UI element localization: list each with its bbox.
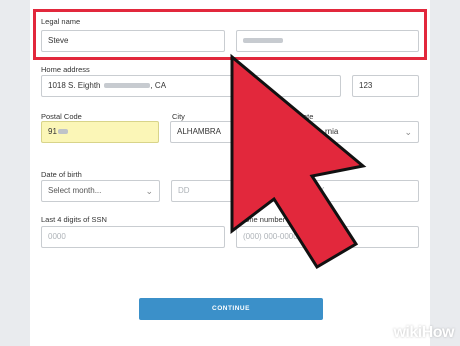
wikihow-watermark: wikiHow: [393, 324, 454, 342]
watermark-how: How: [421, 324, 455, 341]
red-pointer-arrow-icon: [230, 53, 367, 270]
watermark-wiki: wiki: [393, 324, 422, 341]
